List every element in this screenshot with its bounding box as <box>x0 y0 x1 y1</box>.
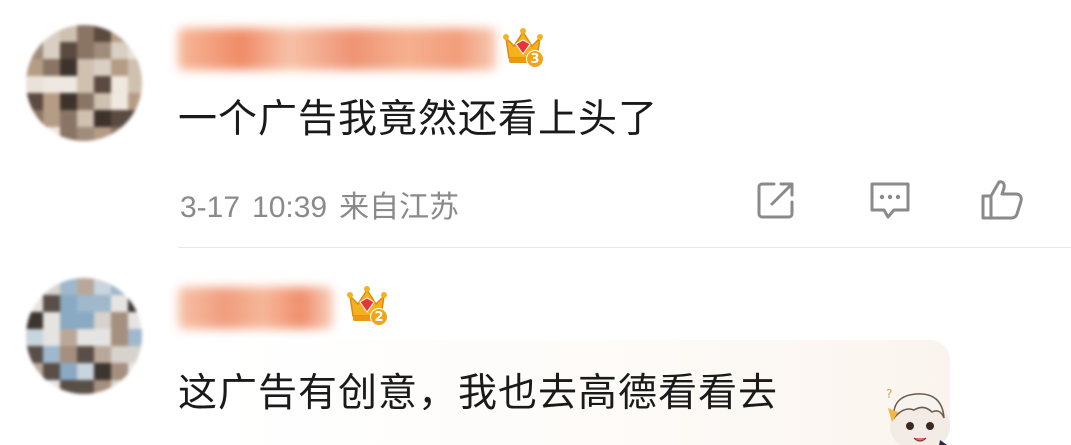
crown-badge-icon[interactable]: 2 <box>344 282 390 328</box>
username-blurred[interactable] <box>178 28 496 70</box>
reply-button[interactable] <box>866 176 914 224</box>
share-icon <box>757 182 794 219</box>
comment-item: 2 这广告有创意，我也去高德看看去 ? <box>0 250 1071 445</box>
badge-level: 3 <box>526 50 544 68</box>
badge-level: 2 <box>370 308 388 326</box>
comment-text: 一个广告我竟然还看上头了 <box>178 97 659 142</box>
crown-badge-icon[interactable]: 3 <box>500 24 546 70</box>
comment-item: 3 一个广告我竟然还看上头了 3-17 10:39 来自江苏 <box>0 0 1071 250</box>
divider <box>178 247 1071 248</box>
avatar[interactable] <box>26 25 142 141</box>
like-icon <box>981 180 1023 220</box>
username-blurred[interactable] <box>178 287 333 329</box>
comment-time: 10:39 <box>252 191 328 224</box>
comment-meta: 3-17 10:39 来自江苏 <box>180 182 471 226</box>
reply-icon <box>870 182 910 219</box>
svg-text:?: ? <box>886 387 892 401</box>
comment-date: 3-17 <box>180 191 241 224</box>
avatar[interactable] <box>26 278 142 394</box>
share-button[interactable] <box>752 176 800 224</box>
like-button[interactable] <box>978 176 1026 224</box>
comment-location: 来自江苏 <box>339 191 460 224</box>
character-sticker-icon: ? <box>880 378 960 445</box>
comment-text: 这广告有创意，我也去高德看看去 <box>178 371 779 416</box>
